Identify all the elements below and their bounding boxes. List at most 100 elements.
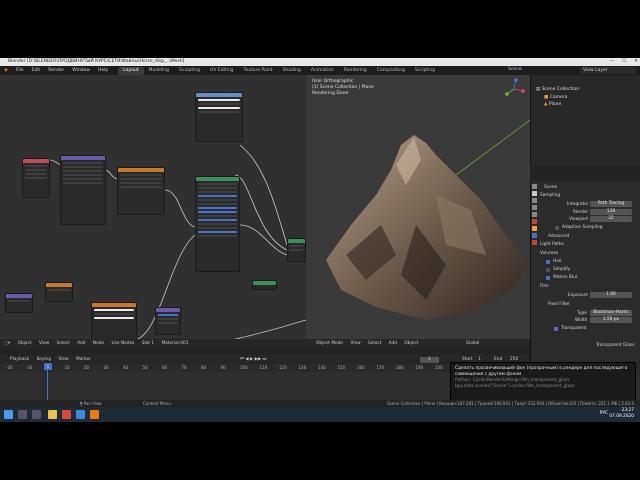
node-value[interactable]: [252, 280, 277, 290]
blender-taskbar-icon[interactable]: [90, 410, 99, 419]
menu-help[interactable]: Help: [94, 68, 112, 73]
ruler-tick: 200: [435, 365, 443, 370]
node-image-texture-a[interactable]: [117, 167, 165, 215]
object-mode-dropdown[interactable]: Object Mode: [316, 341, 343, 346]
vp-menu-object[interactable]: Object: [404, 341, 418, 346]
node-image-texture-b[interactable]: [195, 92, 243, 142]
window-title: Blender [D:\BLENDER\ПРОДВИНУТЫЙ КУРС\СЕТ…: [8, 59, 185, 64]
shader-node-editor[interactable]: Material.001: [0, 75, 306, 390]
view-layer-field[interactable]: View Layer: [580, 67, 636, 74]
transparent-glass-label[interactable]: Transparent Glass: [596, 343, 634, 348]
view-layer-tab-icon[interactable]: [532, 205, 537, 210]
exposure-field[interactable]: 1.00: [590, 292, 632, 298]
tab-rendering[interactable]: Rendering: [339, 67, 372, 75]
maximize-button[interactable]: ☐: [622, 58, 626, 66]
slot-dropdown[interactable]: Slot 1: [142, 341, 154, 346]
filter-type-dropdown[interactable]: Blackman-Harris: [590, 310, 632, 316]
menu-edit[interactable]: Edit: [27, 68, 44, 73]
node-header-select[interactable]: Select: [57, 341, 70, 346]
playhead-frame[interactable]: 1: [44, 363, 52, 370]
output-tab-icon[interactable]: [532, 198, 537, 203]
render-samples-field[interactable]: 128: [590, 209, 632, 215]
navigation-gizmo[interactable]: [503, 78, 525, 100]
outliner-item-camera[interactable]: ■ Camera: [544, 95, 567, 100]
tool-tab-icon[interactable]: [532, 184, 537, 189]
node-displacement[interactable]: [155, 307, 181, 335]
modifier-tab-icon[interactable]: [532, 233, 537, 238]
minimize-button[interactable]: —: [610, 58, 615, 66]
node-header-view[interactable]: View: [39, 341, 49, 346]
transform-orientation[interactable]: Global: [466, 341, 480, 346]
object-tab-icon[interactable]: [532, 226, 537, 231]
section-volumes[interactable]: Volumes: [540, 251, 558, 256]
outliner-item-plane[interactable]: ▲ Plane: [544, 102, 561, 107]
section-film[interactable]: Film: [540, 284, 549, 289]
section-pixel-filter[interactable]: Pixel Filter: [548, 302, 570, 307]
menu-file[interactable]: File: [12, 68, 28, 73]
section-sampling[interactable]: Sampling: [540, 193, 560, 198]
chrome-icon[interactable]: [62, 410, 71, 419]
filter-width-field[interactable]: 1.50 px: [590, 317, 632, 323]
menu-render[interactable]: Render: [44, 68, 68, 73]
menu-window[interactable]: Window: [68, 68, 94, 73]
explorer-icon[interactable]: [48, 410, 57, 419]
node-color-ramp[interactable]: [45, 282, 73, 302]
timeline-view-menu[interactable]: View: [58, 357, 68, 362]
playback-menu[interactable]: Playback: [10, 357, 29, 362]
tab-animation[interactable]: Animation: [306, 67, 339, 75]
task-view-icon[interactable]: [32, 410, 41, 419]
outliner-item-label: Camera: [549, 95, 568, 100]
close-button[interactable]: ✕: [634, 58, 638, 66]
integrator-dropdown[interactable]: Path Tracing: [590, 201, 632, 207]
section-advanced[interactable]: Advanced: [548, 234, 569, 239]
transparent-label: Transparent: [561, 326, 587, 331]
tab-texture-paint[interactable]: Texture Paint: [239, 67, 278, 75]
ruler-tick: 140: [318, 365, 326, 370]
blender-logo-icon[interactable]: ◉: [0, 68, 12, 73]
node-displacement-image[interactable]: [91, 302, 137, 340]
tab-sculpting[interactable]: Sculpting: [174, 67, 205, 75]
current-frame-field[interactable]: 1: [420, 356, 439, 363]
tab-modeling[interactable]: Modeling: [144, 67, 174, 75]
scene-selector[interactable]: Scene: [508, 67, 522, 72]
node-principled-bsdf[interactable]: [195, 176, 240, 272]
adaptive-sampling-checkbox[interactable]: [555, 226, 559, 230]
tab-layout[interactable]: Layout: [118, 66, 144, 75]
tab-shading[interactable]: Shading: [278, 67, 306, 75]
render-tab-icon[interactable]: [532, 191, 537, 196]
node-material-output[interactable]: [287, 238, 306, 262]
marker-menu[interactable]: Marker: [76, 357, 91, 362]
vp-menu-view[interactable]: View: [350, 341, 360, 346]
node-texture-coordinate[interactable]: [22, 158, 50, 198]
windows-start-icon[interactable]: [4, 410, 13, 419]
section-light-paths[interactable]: Light Paths: [540, 242, 564, 247]
hair-checkbox[interactable]: [546, 260, 550, 264]
node-texture-coordinate-2[interactable]: [5, 293, 33, 313]
use-nodes-toggle[interactable]: Use Nodes: [111, 341, 134, 346]
material-dropdown[interactable]: Material.001: [161, 341, 188, 346]
vp-menu-add[interactable]: Add: [389, 341, 397, 346]
3d-viewport[interactable]: [306, 75, 530, 339]
world-tab-icon[interactable]: [532, 219, 537, 224]
node-header-object[interactable]: Object: [18, 341, 32, 346]
keying-menu[interactable]: Keying: [37, 357, 51, 362]
app-icon[interactable]: [76, 410, 85, 419]
vp-menu-select[interactable]: Select: [368, 341, 381, 346]
simplify-checkbox[interactable]: [546, 268, 550, 272]
node-header-node[interactable]: Node: [93, 341, 104, 346]
viewport-samples-field[interactable]: 32: [590, 216, 632, 222]
search-icon[interactable]: [18, 410, 27, 419]
transparent-checkbox[interactable]: [554, 327, 558, 331]
node-header-add[interactable]: Add: [77, 341, 85, 346]
outliner-scene-collection[interactable]: ▤ Scene Collection: [536, 87, 579, 92]
play-controls[interactable]: ⏮ ◀ ▶ ▶▶ ⏭: [240, 355, 266, 364]
editor-type-icon[interactable]: ⬚▾: [4, 341, 10, 346]
motion-blur-checkbox[interactable]: [546, 276, 550, 280]
material-tab-icon[interactable]: [532, 240, 537, 245]
node-mapping[interactable]: [60, 155, 106, 225]
scene-tab-icon[interactable]: [532, 212, 537, 217]
tab-scripting[interactable]: Scripting: [410, 67, 440, 75]
tab-compositing[interactable]: Compositing: [372, 67, 410, 75]
status-middle: Context Menu: [142, 401, 171, 406]
tab-uv-editing[interactable]: UV Editing: [205, 67, 238, 75]
